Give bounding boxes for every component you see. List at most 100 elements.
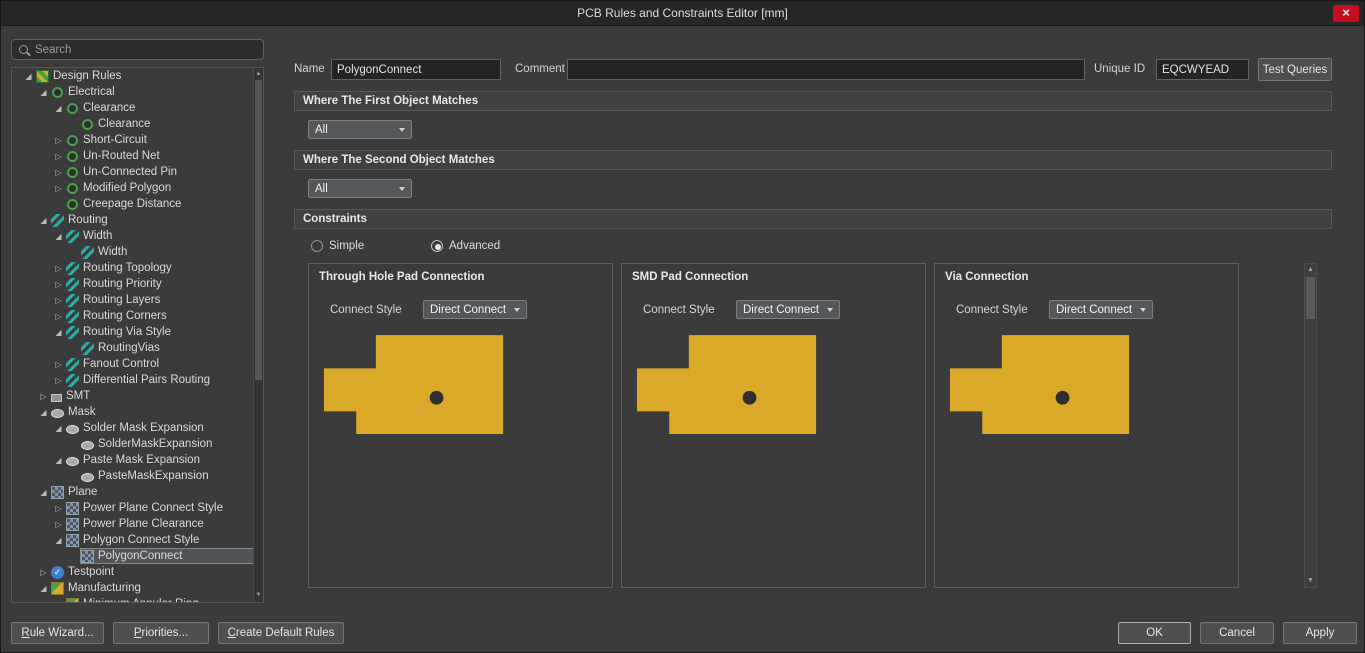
- expanded-arrow-icon[interactable]: ◢: [22, 72, 35, 81]
- tree-item-un-routed-net[interactable]: ▷Un-Routed Net: [12, 148, 263, 164]
- tree-item-plane[interactable]: ◢Plane: [12, 484, 263, 500]
- tree-item-manufacturing[interactable]: ◢Manufacturing: [12, 580, 263, 596]
- constraints-scrollbar-thumb[interactable]: [1306, 277, 1315, 319]
- tree-item-routing-priority[interactable]: ▷ Routing Priority: [12, 276, 263, 292]
- expanded-arrow-icon[interactable]: ◢: [37, 488, 50, 497]
- collapsed-arrow-icon[interactable]: ▷: [52, 376, 65, 385]
- comment-input[interactable]: [567, 59, 1085, 80]
- polygon-connect-preview: [322, 334, 508, 436]
- tree-item-modified-polygon[interactable]: ▷Modified Polygon: [12, 180, 263, 196]
- collapsed-arrow-icon[interactable]: ▷: [37, 568, 50, 577]
- tree-item-label: SolderMaskExpansion: [98, 438, 212, 450]
- collapsed-arrow-icon[interactable]: ▷: [52, 520, 65, 529]
- expanded-arrow-icon[interactable]: ◢: [37, 216, 50, 225]
- scroll-up-icon[interactable]: ▲: [254, 69, 263, 80]
- collapsed-arrow-icon[interactable]: ▷: [37, 392, 50, 401]
- manufacturing-icon: [66, 598, 79, 604]
- tree-item-paste-mask-expansion[interactable]: ◢ Paste Mask Expansion: [12, 452, 263, 468]
- tree-scrollbar[interactable]: ▲ ▼: [253, 68, 263, 602]
- expanded-arrow-icon[interactable]: ◢: [52, 104, 65, 113]
- mask-icon: [66, 425, 79, 434]
- tree-item-smt[interactable]: ▷SMT: [12, 388, 263, 404]
- expanded-arrow-icon[interactable]: ◢: [52, 232, 65, 241]
- unique-id-input[interactable]: [1156, 59, 1249, 80]
- tree-item-mask[interactable]: ◢Mask: [12, 404, 263, 420]
- tree-item-label: Paste Mask Expansion: [83, 454, 200, 466]
- tree-item-short-circuit[interactable]: ▷Short-Circuit: [12, 132, 263, 148]
- expanded-arrow-icon[interactable]: ◢: [52, 424, 65, 433]
- tree-item-clearance[interactable]: ◢Clearance: [12, 100, 263, 116]
- tree-item-width[interactable]: Width: [12, 244, 263, 260]
- apply-button[interactable]: Apply: [1283, 622, 1357, 644]
- scroll-down-icon[interactable]: ▼: [1305, 575, 1316, 587]
- collapsed-arrow-icon[interactable]: ▷: [52, 360, 65, 369]
- tree-item-design-rules[interactable]: ◢Design Rules: [12, 68, 263, 84]
- tree-item-routing-layers[interactable]: ▷Routing Layers: [12, 292, 263, 308]
- tree-item-clearance[interactable]: Clearance: [12, 116, 263, 132]
- collapsed-arrow-icon[interactable]: ▷: [52, 280, 65, 289]
- tree-item-routing-via-style[interactable]: ◢ Routing Via Style: [12, 324, 263, 340]
- tree-scrollbar-thumb[interactable]: [255, 80, 262, 380]
- expanded-arrow-icon[interactable]: ◢: [37, 584, 50, 593]
- collapsed-arrow-icon[interactable]: ▷: [52, 136, 65, 145]
- scroll-down-icon[interactable]: ▼: [254, 590, 263, 601]
- tree-item-width[interactable]: ◢Width: [12, 228, 263, 244]
- collapsed-arrow-icon[interactable]: ▷: [52, 168, 65, 177]
- first-object-scope-dropdown[interactable]: All: [308, 120, 412, 139]
- expanded-arrow-icon[interactable]: ◢: [37, 408, 50, 417]
- expanded-arrow-icon[interactable]: ◢: [52, 536, 65, 545]
- collapsed-arrow-icon[interactable]: ▷: [52, 296, 65, 305]
- tree-item-electrical[interactable]: ◢Electrical: [12, 84, 263, 100]
- tree-item-soldermaskexpansion[interactable]: SolderMaskExpansion: [12, 436, 263, 452]
- tree-item-label: Power Plane Connect Style: [83, 502, 223, 514]
- tree-item-testpoint[interactable]: ▷Testpoint: [12, 564, 263, 580]
- tree-item-polygon-connect-style[interactable]: ◢Polygon Connect Style: [12, 532, 263, 548]
- tree-item-label: Routing Priority: [83, 278, 162, 290]
- tree-item-polygonconnect[interactable]: PolygonConnect: [12, 548, 263, 564]
- tree-item-label: PolygonConnect: [98, 550, 182, 562]
- close-button[interactable]: ×: [1333, 5, 1359, 22]
- collapsed-arrow-icon[interactable]: ▷: [52, 152, 65, 161]
- scroll-up-icon[interactable]: ▲: [1305, 264, 1316, 276]
- tree-item-minimum-annular-ring[interactable]: Minimum Annular Ring: [12, 596, 263, 603]
- expanded-arrow-icon[interactable]: ◢: [52, 328, 65, 337]
- routing-icon: [66, 358, 79, 371]
- advanced-radio[interactable]: Advanced: [431, 239, 500, 253]
- tree-item-power-plane-clearance[interactable]: ▷Power Plane Clearance: [12, 516, 263, 532]
- search-input[interactable]: [35, 44, 256, 56]
- collapsed-arrow-icon[interactable]: ▷: [52, 264, 65, 273]
- via-connect-style-dropdown[interactable]: Direct Connect: [1049, 300, 1153, 319]
- tree-item-un-connected-pin[interactable]: ▷Un-Connected Pin: [12, 164, 263, 180]
- tree-item-label: Routing Via Style: [83, 326, 171, 338]
- create-default-rules-button[interactable]: Create Default Rules: [218, 622, 344, 644]
- tree-item-pastemaskexpansion[interactable]: PasteMaskExpansion: [12, 468, 263, 484]
- tree-item-differential-pairs-routing[interactable]: ▷Differential Pairs Routing: [12, 372, 263, 388]
- simple-radio[interactable]: Simple: [311, 239, 364, 253]
- tree-item-routing-topology[interactable]: ▷Routing Topology: [12, 260, 263, 276]
- constraints-scrollbar[interactable]: ▲ ▼: [1304, 263, 1317, 588]
- tree-item-solder-mask-expansion[interactable]: ◢Solder Mask Expansion: [12, 420, 263, 436]
- tree-item-routing[interactable]: ◢Routing: [12, 212, 263, 228]
- tree-item-power-plane-connect-style[interactable]: ▷ Power Plane Connect Style: [12, 500, 263, 516]
- tree-item-routingvias[interactable]: RoutingVias: [12, 340, 263, 356]
- expanded-arrow-icon[interactable]: ◢: [37, 88, 50, 97]
- expanded-arrow-icon[interactable]: ◢: [52, 456, 65, 465]
- gauge-icon: [67, 183, 78, 194]
- test-queries-button[interactable]: Test Queries: [1258, 58, 1332, 81]
- tree-item-routing-corners[interactable]: ▷Routing Corners: [12, 308, 263, 324]
- section-second-object-matches: Where The Second Object Matches: [294, 150, 1332, 170]
- section-title: Constraints: [303, 213, 367, 225]
- tree-item-fanout-control[interactable]: ▷Fanout Control: [12, 356, 263, 372]
- through-hole-connect-style-dropdown[interactable]: Direct Connect: [423, 300, 527, 319]
- collapsed-arrow-icon[interactable]: ▷: [52, 504, 65, 513]
- tree-item-creepage-distance[interactable]: Creepage Distance: [12, 196, 263, 212]
- collapsed-arrow-icon[interactable]: ▷: [52, 184, 65, 193]
- priorities-button[interactable]: Priorities...: [113, 622, 209, 644]
- name-input[interactable]: [331, 59, 501, 80]
- smd-connect-style-dropdown[interactable]: Direct Connect: [736, 300, 840, 319]
- second-object-scope-dropdown[interactable]: All: [308, 179, 412, 198]
- collapsed-arrow-icon[interactable]: ▷: [52, 312, 65, 321]
- rule-wizard-button[interactable]: Rule Wizard...: [11, 622, 104, 644]
- ok-button[interactable]: OK: [1118, 622, 1191, 644]
- cancel-button[interactable]: Cancel: [1200, 622, 1274, 644]
